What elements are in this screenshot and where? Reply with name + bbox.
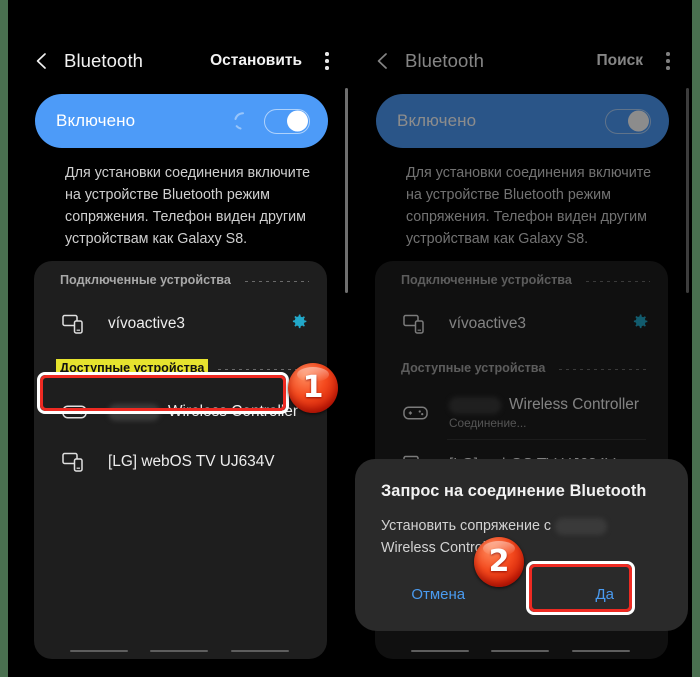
group-header-paired-label: Подключенные устройства (60, 273, 231, 287)
group-header-available-label: Доступные устройства (401, 361, 546, 375)
bluetooth-toggle-switch[interactable] (605, 108, 651, 134)
pairing-hint-text: Для установки соединения включите на уст… (406, 165, 652, 247)
page-scrollbar[interactable] (686, 88, 689, 293)
device-row-vivoactive3[interactable]: vívoactive3 (34, 299, 327, 349)
page-scrollbar[interactable] (345, 88, 348, 293)
dialog-actions: Отмена Да (355, 571, 688, 619)
bluetooth-enabled-label: Включено (397, 111, 477, 130)
overflow-menu-icon[interactable] (651, 41, 685, 81)
group-header-divider (244, 280, 309, 282)
group-header-available: Доступные устройства (375, 349, 668, 387)
device-status-connecting: Соединение... (449, 416, 527, 430)
device-row-wireless-controller[interactable]: Wireless Controller Соединение... (375, 387, 668, 439)
device-name-text: Wireless Controller (168, 403, 298, 420)
group-header-divider (559, 368, 650, 370)
group-header-paired: Подключенные устройства (34, 261, 327, 299)
device-name-vivoactive3: vívoactive3 (108, 315, 185, 332)
gear-icon[interactable] (288, 311, 309, 337)
screenshot-root: Bluetooth Остановить Включено Для устано… (0, 0, 700, 677)
page-title: Bluetooth (64, 50, 144, 71)
confirm-button[interactable]: Да (522, 571, 689, 619)
redacted-mac-prefix (555, 517, 607, 535)
back-button[interactable] (22, 41, 62, 81)
dialog-body-before: Установить сопряжение с (381, 518, 552, 534)
device-list-card: Подключенные устройства vívoactive3 Дост… (34, 261, 327, 659)
device-row-lg-tv[interactable]: [LG] webOS TV UJ634V (34, 437, 327, 487)
device-name-text: Wireless Controller (509, 396, 639, 413)
scan-button[interactable]: Поиск (596, 52, 643, 70)
pairing-request-dialog: Запрос на соединение Bluetooth Установит… (355, 459, 688, 631)
overflow-menu-icon[interactable] (310, 41, 344, 81)
redacted-mac-prefix (108, 403, 160, 421)
device-row-vivoactive3[interactable]: vívoactive3 (375, 299, 668, 349)
bluetooth-enabled-row[interactable]: Включено (376, 94, 669, 148)
android-navigation-bar (350, 645, 691, 657)
group-header-available: Доступные устройства (34, 349, 327, 387)
bluetooth-enabled-label: Включено (56, 111, 136, 130)
gear-icon[interactable] (629, 311, 650, 337)
toggle-knob (286, 110, 308, 132)
group-header-divider (585, 280, 650, 282)
redacted-mac-prefix (449, 396, 501, 414)
devices-link-icon (401, 313, 429, 335)
gamepad-icon (401, 404, 429, 422)
group-header-paired: Подключенные устройства (375, 261, 668, 299)
page-title: Bluetooth (405, 50, 485, 71)
toggle-knob (627, 110, 649, 132)
devices-link-icon (60, 313, 88, 335)
callout-badge-1: 1 (288, 363, 338, 413)
app-bar-left: Bluetooth Остановить (9, 38, 350, 84)
devices-link-icon (60, 451, 88, 473)
callout-badge-2: 2 (474, 537, 524, 587)
edge-strip-left (0, 0, 8, 677)
bluetooth-toggle-switch[interactable] (264, 108, 310, 134)
stop-scan-button[interactable]: Остановить (210, 52, 302, 70)
group-header-paired-label: Подключенные устройства (401, 273, 572, 287)
device-name-vivoactive3: vívoactive3 (449, 315, 526, 332)
app-bar-right: Bluetooth Поиск (350, 38, 691, 84)
gamepad-icon (60, 403, 88, 421)
dialog-title: Запрос на соединение Bluetooth (381, 482, 647, 500)
device-name-lg-tv: [LG] webOS TV UJ634V (108, 453, 275, 470)
chevron-left-icon (36, 53, 46, 69)
scanning-spinner-icon (234, 112, 245, 130)
edge-strip-right (692, 0, 700, 677)
back-button[interactable] (363, 41, 403, 81)
device-name-wireless-controller: Wireless Controller (449, 396, 639, 414)
pairing-hint-text: Для установки соединения включите на уст… (65, 165, 311, 247)
phone-screenshot-right: Bluetooth Поиск Включено Для установки с… (350, 0, 691, 677)
phone-screenshot-left: Bluetooth Остановить Включено Для устано… (9, 0, 350, 677)
bluetooth-enabled-row[interactable]: Включено (35, 94, 328, 148)
device-row-wireless-controller[interactable]: Wireless Controller (34, 387, 327, 437)
android-navigation-bar (9, 645, 350, 657)
device-name-wireless-controller: Wireless Controller (108, 403, 298, 421)
chevron-left-icon (377, 53, 387, 69)
group-header-available-label: Доступные устройства (56, 359, 209, 377)
